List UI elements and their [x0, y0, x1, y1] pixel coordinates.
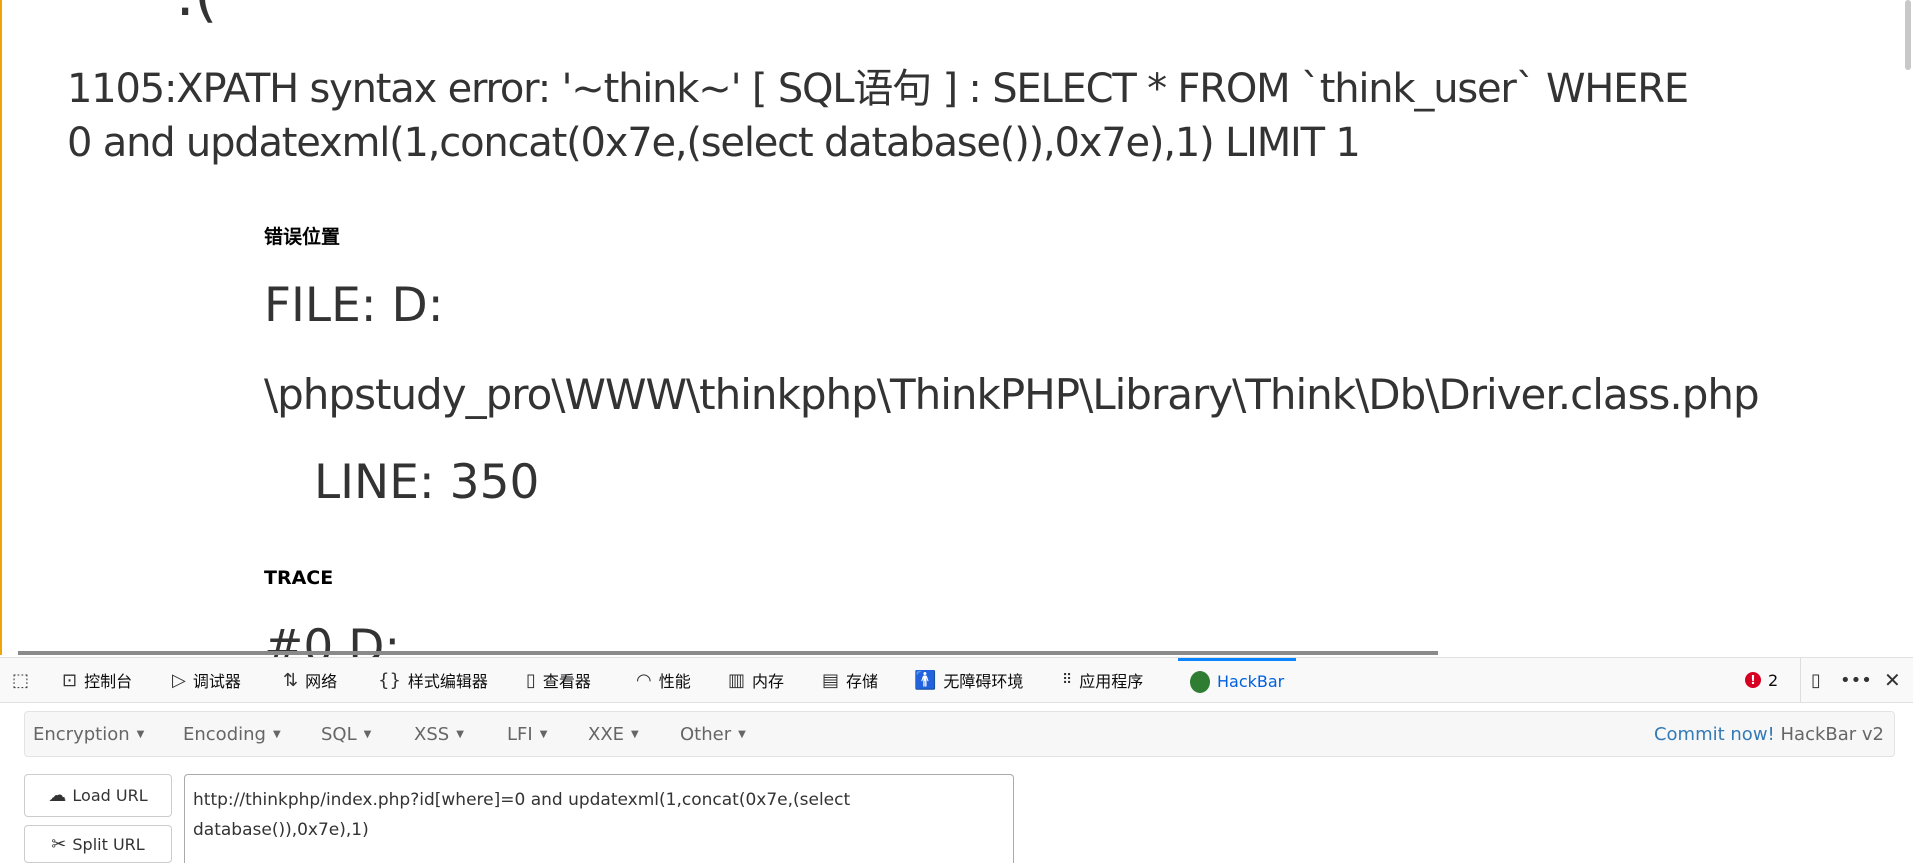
error-count: 2 [1768, 670, 1779, 690]
menu-other[interactable]: Other ▼ [680, 712, 746, 756]
tab-memory[interactable]: ▥ 内存 [728, 658, 784, 702]
tab-label: 调试器 [192, 672, 241, 691]
sad-face-fragment: :( [175, 0, 217, 30]
commit-link-text[interactable]: Commit now! [1654, 724, 1775, 745]
tab-storage[interactable]: ▤ 存储 [822, 658, 878, 702]
menu-label: Other [680, 723, 732, 745]
tab-console[interactable]: ⊡ 控制台 [62, 658, 132, 702]
application-icon: ⠿ [1062, 672, 1073, 688]
caret-down-icon: ▼ [456, 728, 464, 740]
tab-label: 样式编辑器 [407, 672, 488, 691]
element-picker-button[interactable]: ⬚ [12, 658, 29, 702]
caret-down-icon: ▼ [631, 728, 639, 740]
tab-label: 网络 [305, 672, 338, 691]
performance-icon: ◠ [636, 669, 652, 691]
close-icon: ✕ [1884, 668, 1901, 692]
error-count-badge[interactable]: ! 2 [1745, 658, 1778, 702]
menu-xss[interactable]: XSS ▼ [414, 712, 464, 756]
inspector-icon: ▯ [526, 669, 536, 691]
responsive-design-button[interactable]: ▯ [1800, 658, 1821, 702]
file-path-line2: \phpstudy_pro\WWW\thinkphp\ThinkPHP\Libr… [264, 370, 1760, 419]
load-url-button[interactable]: ☁ Load URL [24, 774, 172, 817]
error-location-heading: 错误位置 [264, 226, 341, 248]
responsive-icon: ▯ [1811, 669, 1821, 691]
button-label: Split URL [72, 834, 145, 854]
tab-style-editor[interactable]: {} 样式编辑器 [378, 658, 488, 702]
accessibility-icon: 🚹 [914, 669, 937, 691]
pick-element-icon: ⬚ [12, 669, 30, 691]
file-path-line1: FILE: D: [264, 278, 444, 333]
tab-label: 应用程序 [1079, 672, 1144, 691]
tab-label: 内存 [752, 672, 785, 691]
window-edge [0, 0, 2, 655]
debugger-icon: ▷ [172, 669, 186, 691]
trace-heading: TRACE [264, 567, 334, 589]
caret-down-icon: ▼ [539, 728, 548, 740]
menu-label: Encoding [183, 723, 266, 745]
cloud-download-icon: ☁ [48, 785, 67, 806]
menu-label: XSS [414, 723, 450, 745]
horizontal-scrollbar[interactable] [18, 651, 1438, 655]
menu-label: Encryption [33, 723, 130, 745]
error-line-number: LINE: 350 [314, 455, 540, 510]
caret-down-icon: ▼ [363, 728, 372, 740]
button-label: Load URL [72, 786, 148, 805]
devtools-toolbar: ⬚ ⊡ 控制台 ▷ 调试器 ⇅ 网络 {} 样式编辑器 ▯ 查看器 ◠ 性能 ▥ 内存 ▤ 存储… [0, 657, 1913, 703]
more-options-button[interactable]: ••• [1840, 658, 1872, 702]
hackbar-menubar: Encryption ▼ Encoding ▼ SQL ▼ XSS ▼ LFI ▼ XXE… [24, 711, 1895, 757]
caret-down-icon: ▼ [272, 728, 281, 740]
menu-label: LFI [507, 723, 533, 745]
console-icon: ⊡ [62, 669, 78, 691]
error-message-line1: 1105:XPATH syntax error: '~think~' [ SQL… [67, 66, 1689, 112]
ellipsis-icon: ••• [1840, 669, 1872, 691]
menu-encoding[interactable]: Encoding ▼ [183, 712, 281, 756]
tab-label: 无障碍环境 [943, 672, 1024, 691]
error-message-line2: 0 and updatexml(1,concat(0x7e,(select da… [67, 120, 1361, 166]
style-editor-icon: {} [378, 669, 401, 691]
commit-now-link[interactable]: Commit now! HackBar v2 [1654, 712, 1884, 756]
tab-debugger[interactable]: ▷ 调试器 [172, 658, 241, 702]
tab-application[interactable]: ⠿ 应用程序 [1062, 658, 1143, 702]
caret-down-icon: ▼ [738, 728, 746, 740]
menu-lfi[interactable]: LFI ▼ [507, 712, 547, 756]
url-textarea[interactable]: http://thinkphp/index.php?id[where]=0 an… [184, 774, 1014, 863]
storage-icon: ▤ [822, 669, 840, 691]
menu-xxe[interactable]: XXE ▼ [588, 712, 639, 756]
tab-hackbar[interactable]: HackBar [1178, 658, 1297, 702]
hackbar-icon [1190, 670, 1210, 693]
tab-accessibility[interactable]: 🚹 无障碍环境 [914, 658, 1023, 702]
tab-network[interactable]: ⇅ 网络 [283, 658, 337, 702]
vertical-scrollbar[interactable] [1905, 0, 1911, 70]
caret-down-icon: ▼ [136, 728, 145, 740]
memory-icon: ▥ [728, 669, 746, 691]
tab-label: 性能 [658, 672, 691, 691]
menu-label: XXE [588, 723, 625, 745]
tab-label: HackBar [1217, 672, 1285, 691]
tab-inspector[interactable]: ▯ 查看器 [526, 658, 591, 702]
network-icon: ⇅ [283, 669, 299, 691]
tab-label: 控制台 [84, 672, 133, 691]
close-devtools-button[interactable]: ✕ [1884, 658, 1901, 702]
split-url-button[interactable]: ✂ Split URL [24, 825, 172, 863]
tab-label: 存储 [846, 672, 879, 691]
menu-sql[interactable]: SQL ▼ [321, 712, 371, 756]
error-icon: ! [1745, 672, 1761, 688]
menu-label: SQL [321, 723, 357, 745]
scissors-icon: ✂ [51, 833, 67, 855]
tab-performance[interactable]: ◠ 性能 [636, 658, 691, 702]
tab-label: 查看器 [542, 672, 591, 691]
menu-encryption[interactable]: Encryption ▼ [33, 712, 144, 756]
hackbar-version: HackBar v2 [1780, 723, 1885, 745]
